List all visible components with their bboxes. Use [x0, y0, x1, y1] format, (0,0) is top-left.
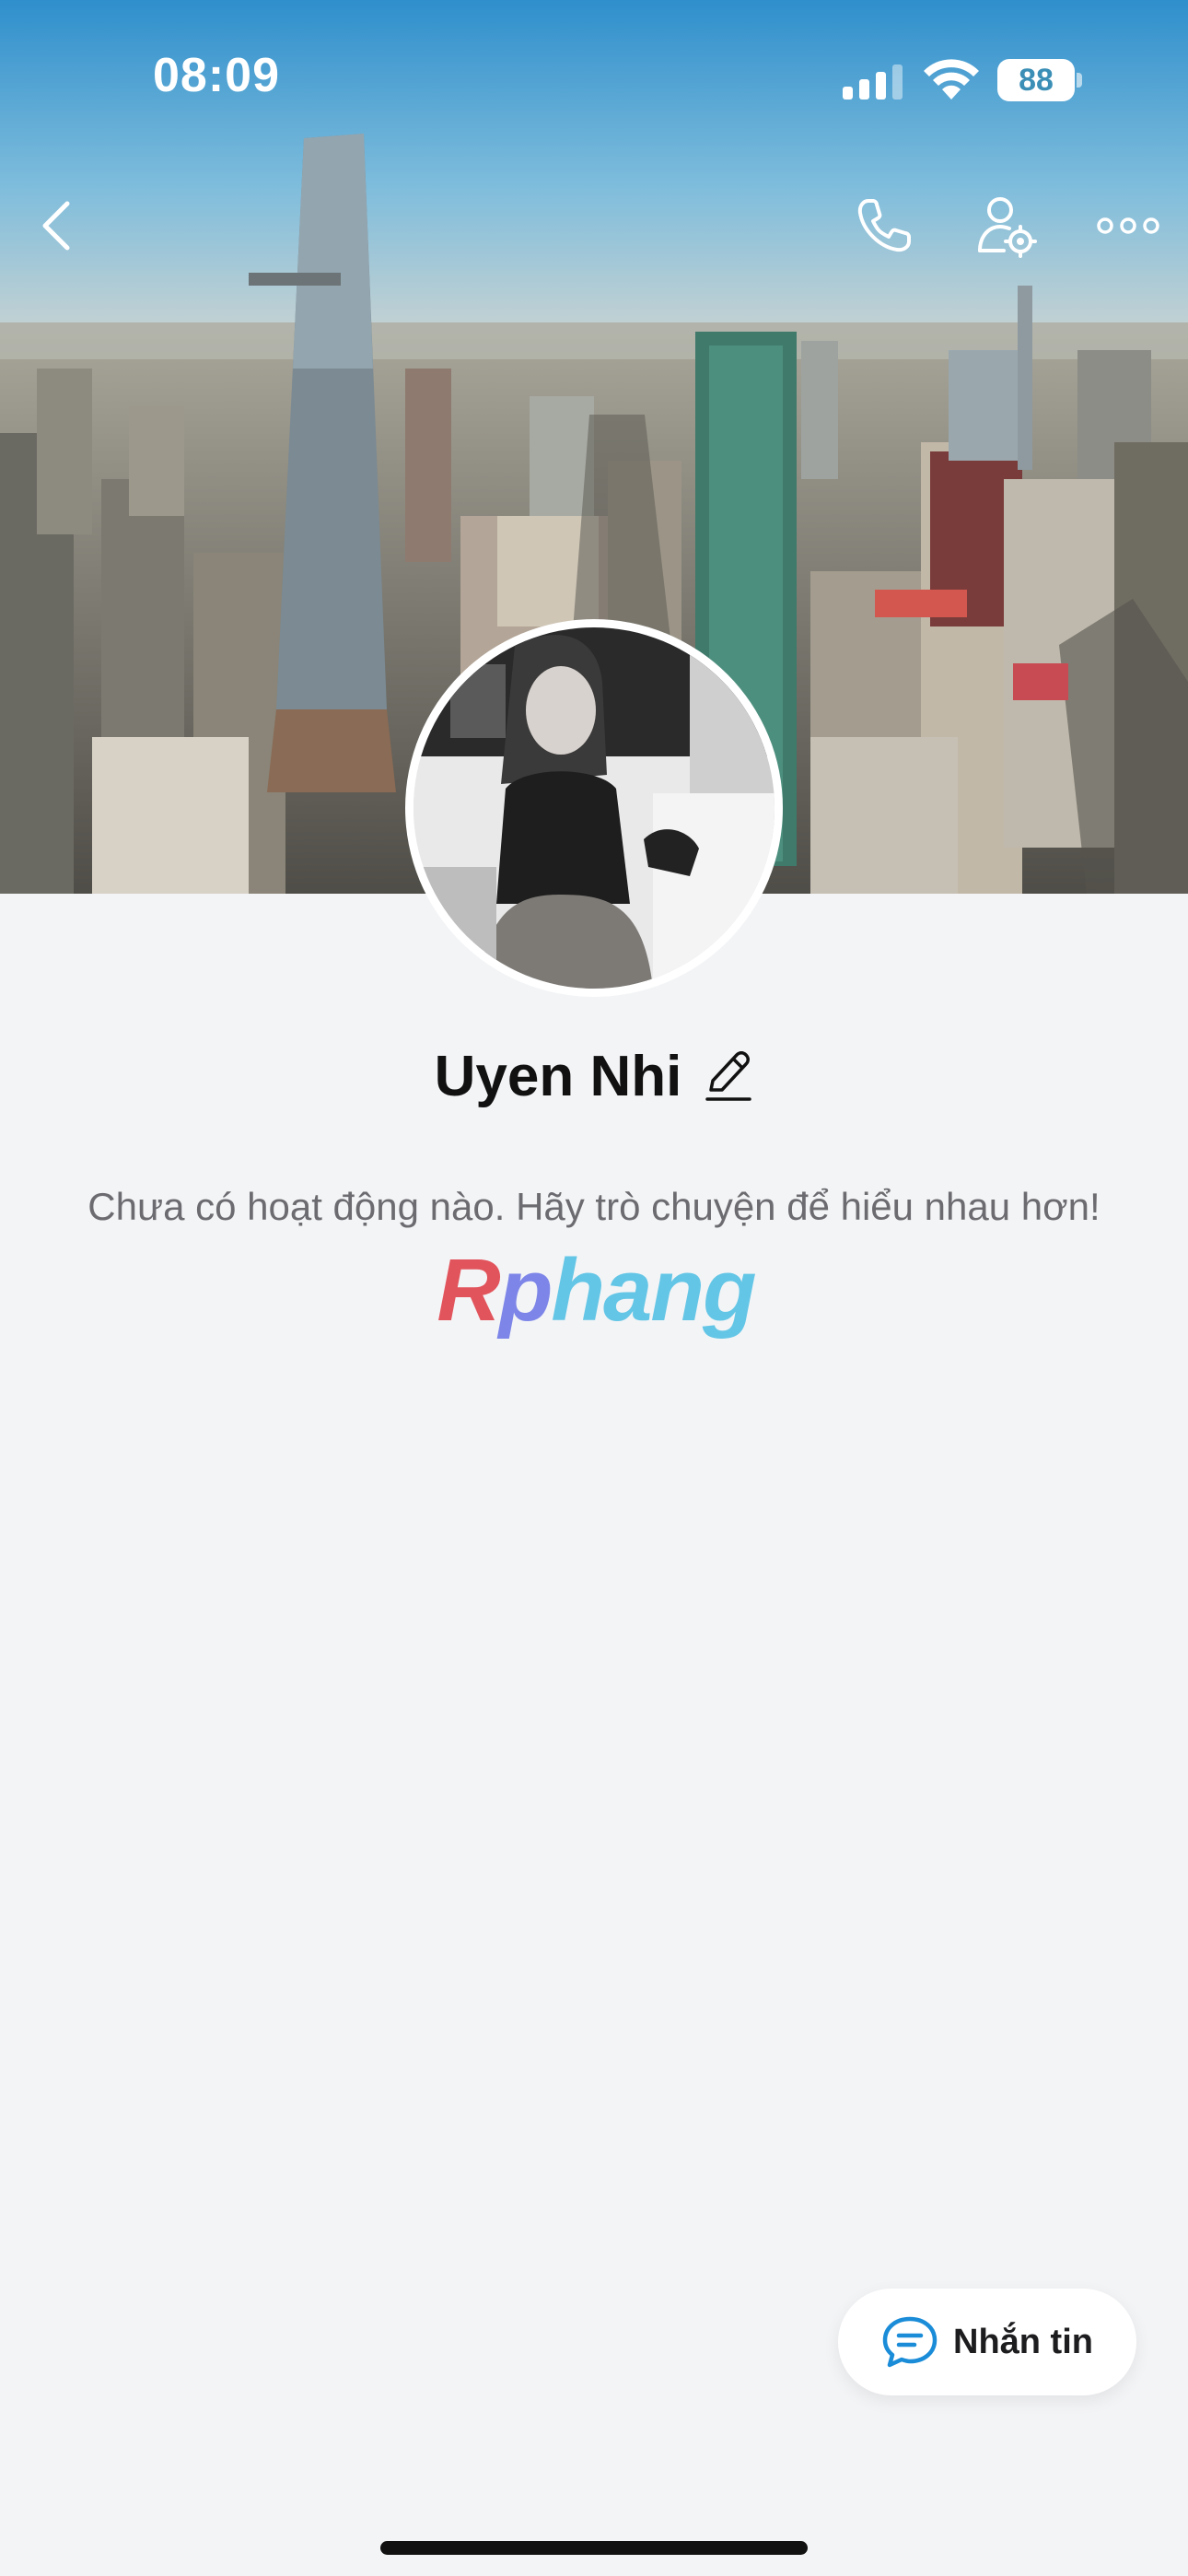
status-bar: 08:09 88	[0, 0, 1188, 157]
empty-activity-message: Chưa có hoạt động nào. Hãy trò chuyện để…	[87, 1185, 1101, 1228]
pencil-icon[interactable]	[702, 1048, 753, 1105]
back-button[interactable]	[15, 184, 98, 267]
person-settings-icon	[978, 197, 1037, 258]
avatar-photo	[413, 627, 775, 989]
battery-level: 88	[997, 59, 1075, 101]
phone-icon	[857, 199, 911, 252]
send-message-label: Nhắn tin	[953, 2322, 1093, 2361]
send-message-button[interactable]: Nhắn tin	[838, 2289, 1136, 2395]
avatar[interactable]	[405, 619, 783, 997]
ellipsis-icon	[1097, 217, 1159, 234]
wifi-icon	[924, 59, 979, 100]
chevron-left-icon	[42, 201, 70, 251]
profile-settings-button[interactable]	[965, 184, 1048, 267]
avatar-image	[413, 627, 775, 989]
cellular-signal-icon	[843, 64, 903, 100]
rphang-watermark-logo: Rphang	[437, 1241, 756, 1340]
status-time: 08:09	[153, 49, 280, 102]
profile-name-row: Uyen Nhi	[0, 1039, 1188, 1113]
chat-bubble-icon	[882, 2316, 938, 2368]
call-button[interactable]	[843, 184, 926, 267]
battery-icon: 88	[997, 59, 1082, 101]
home-indicator[interactable]	[380, 2541, 808, 2555]
profile-name: Uyen Nhi	[434, 1044, 682, 1108]
more-options-button[interactable]	[1087, 184, 1170, 267]
top-nav-bar	[0, 175, 1188, 276]
